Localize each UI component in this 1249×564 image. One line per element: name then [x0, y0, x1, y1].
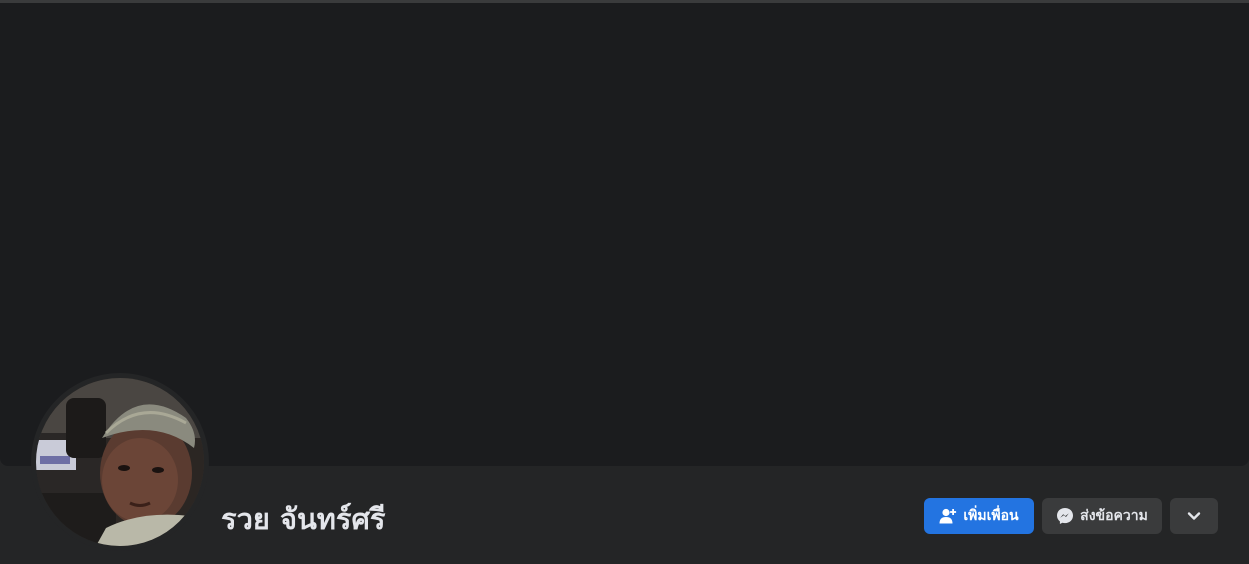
send-message-label: ส่งข้อความ	[1080, 508, 1148, 524]
person-add-icon	[939, 508, 957, 524]
add-friend-button[interactable]: เพิ่มเพื่อน	[924, 498, 1034, 534]
cover-photo-area[interactable]	[0, 3, 1249, 466]
chevron-down-icon	[1187, 511, 1201, 521]
messenger-icon	[1056, 507, 1074, 525]
avatar[interactable]	[36, 378, 204, 546]
add-friend-label: เพิ่มเพื่อน	[963, 508, 1019, 524]
send-message-button[interactable]: ส่งข้อความ	[1042, 498, 1162, 534]
more-options-button[interactable]	[1170, 498, 1218, 534]
profile-name: รวย จันทร์ศรี	[221, 502, 386, 536]
profile-photo	[36, 378, 204, 546]
